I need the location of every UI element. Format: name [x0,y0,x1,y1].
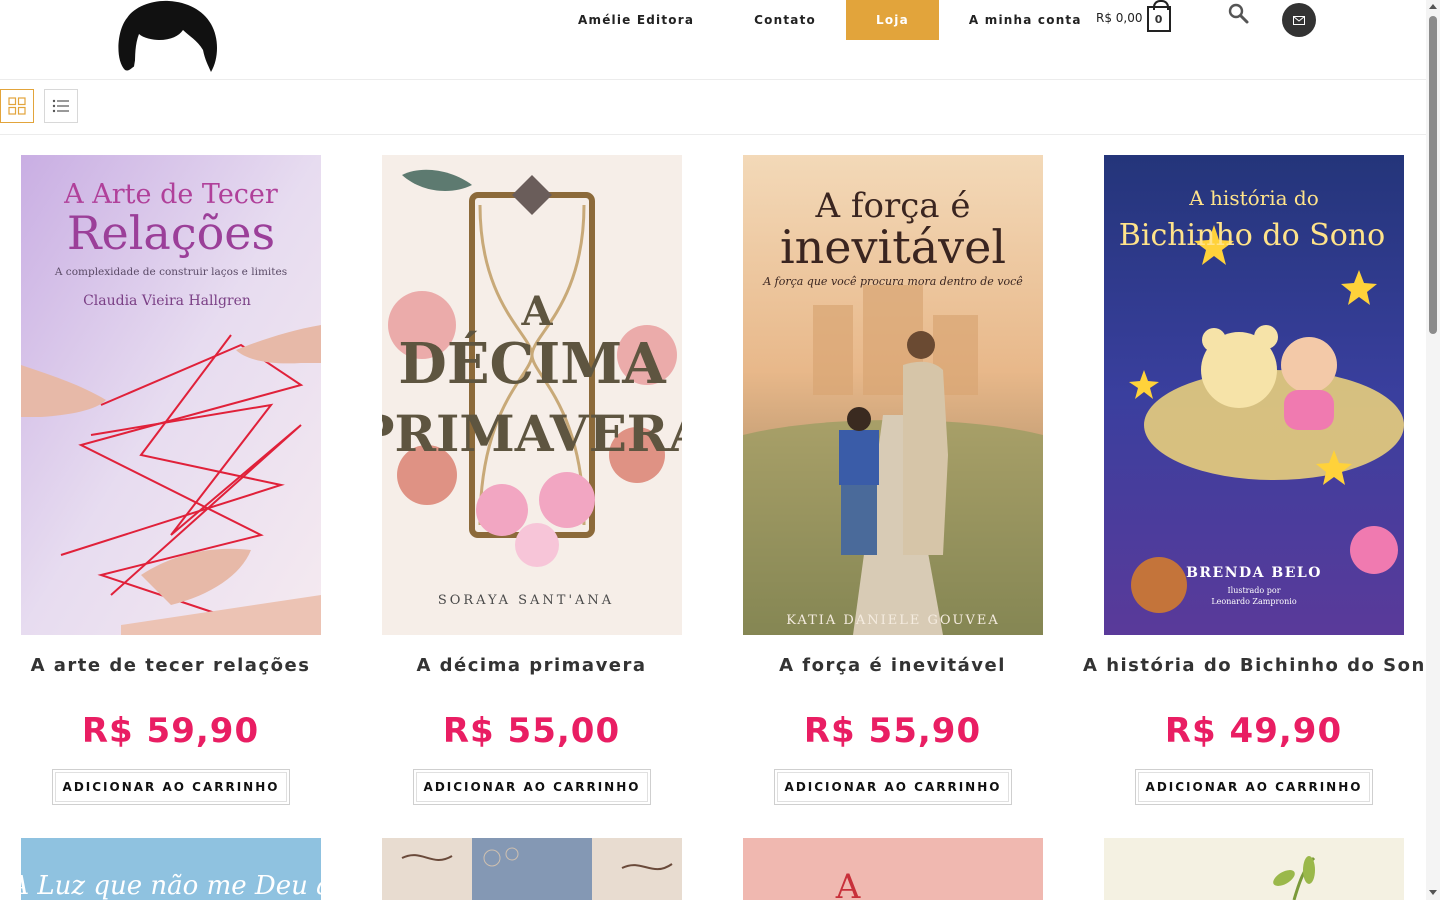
product-cover-image[interactable]: A [743,838,1043,900]
cart-count-badge: 0 [1146,0,1171,32]
add-to-cart-button[interactable]: ADICIONAR AO CARRINHO [774,769,1012,805]
search-icon[interactable] [1228,3,1250,25]
product-title[interactable]: A décima primavera [361,655,702,676]
product-price: R$ 59,90 [81,711,260,751]
cover-author: KATIA DANIELE GOUVEA [786,613,1000,628]
cover-author: Claudia Vieira Hallgren [83,293,251,309]
product-title[interactable]: A arte de tecer relações [0,655,341,676]
envelope-icon [1293,15,1305,25]
add-to-cart-label: ADICIONAR AO CARRINHO [423,780,641,794]
cover-title-line2: Bichinho do Sono [1119,218,1385,253]
cover-title: A Luz que não me Deu à [21,871,321,900]
site-header: Amélie Editora Contato Loja A minha cont… [0,0,1426,80]
scroll-down-arrow-icon[interactable] [1429,890,1437,895]
add-to-cart-label: ADICIONAR AO CARRINHO [1145,780,1363,794]
cover-illustrator-name: Leonardo Zampronio [1211,597,1296,606]
add-to-cart-button[interactable]: ADICIONAR AO CARRINHO [1135,769,1373,805]
nav-item-loja[interactable]: Loja [845,0,939,40]
product-price: R$ 49,90 [1164,711,1343,751]
product-title[interactable]: A força é inevitável [722,655,1063,676]
shop-toolbar [0,80,1426,135]
page-scrollbar[interactable] [1426,0,1440,900]
cover-author: SORAYA SANT'ANA [438,593,614,608]
cart-total: R$ 0,00 [1096,11,1143,25]
product-cover-image[interactable]: A DÉCIMA PRIMAVERA SORAYA SANT'ANA [382,155,682,635]
product-cover-image[interactable]: A Arte de Tecer Relações A complexidade … [21,155,321,635]
main-nav: Amélie Editora Contato Loja A minha cont… [548,0,1112,40]
cover-subtitle: A complexidade de construir laços e limi… [54,266,287,278]
product-price: R$ 55,00 [442,711,621,751]
cover-title-line1: A [520,288,553,335]
cover-title-line3: PRIMAVERA [382,404,682,463]
product-price: R$ 55,90 [803,711,982,751]
cover-title: A [835,867,861,900]
nav-item-minha-conta[interactable]: A minha conta [939,0,1112,40]
cover-illustrator-label: Ilustrado por [1227,586,1280,595]
grid-view-button[interactable] [0,89,34,123]
product-cover-image[interactable] [1104,838,1404,900]
cover-title-line2: Relações [67,206,275,260]
scroll-thumb[interactable] [1429,16,1437,334]
cover-title-line2: DÉCIMA [398,330,667,397]
nav-item-contato[interactable]: Contato [724,0,846,40]
cart-button[interactable]: R$ 0,00 0 [1096,0,1171,32]
scroll-up-arrow-icon[interactable] [1429,4,1437,9]
cover-title-line1: A história do [1188,186,1319,210]
site-logo[interactable] [113,0,223,76]
nav-item-amelie-editora[interactable]: Amélie Editora [548,0,724,40]
mail-button[interactable] [1282,3,1316,37]
list-view-button[interactable] [44,89,78,123]
cover-subtitle: A força que você procura mora dentro de … [762,275,1023,288]
product-cover-image[interactable]: A história do Bichinho do Sono BRENDA BE… [1104,155,1404,635]
cover-author: BRENDA BELO [1186,565,1322,581]
grid-icon [8,97,26,115]
add-to-cart-label: ADICIONAR AO CARRINHO [784,780,1002,794]
product-title[interactable]: A história do Bichinho do Sono [1083,655,1438,676]
product-cover-image[interactable]: A Luz que não me Deu à [21,838,321,900]
add-to-cart-button[interactable]: ADICIONAR AO CARRINHO [52,769,290,805]
cover-title-line2: inevitável [780,220,1006,274]
add-to-cart-label: ADICIONAR AO CARRINHO [62,780,280,794]
list-icon [52,99,69,113]
product-cover-image[interactable]: A força é inevitável A força que você pr… [743,155,1043,635]
product-cover-image[interactable] [382,838,682,900]
add-to-cart-button[interactable]: ADICIONAR AO CARRINHO [413,769,651,805]
